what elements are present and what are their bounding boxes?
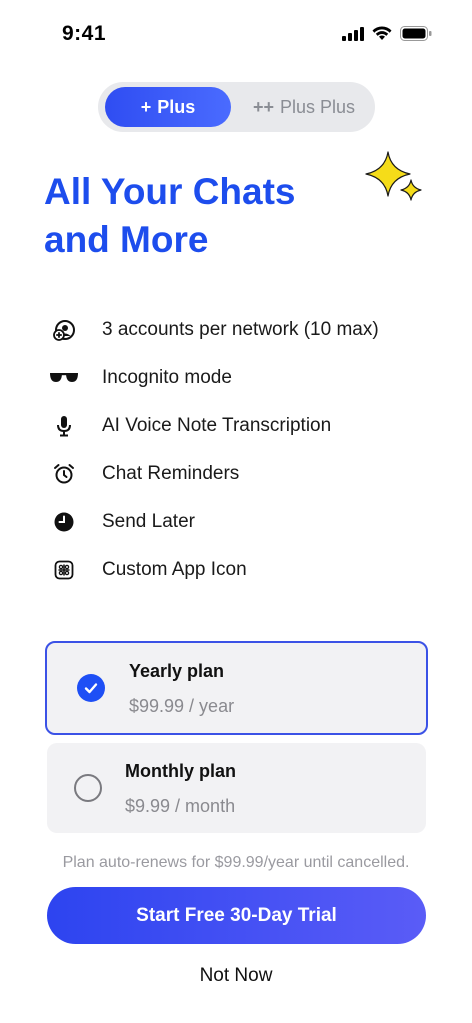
plan-price: $99.99 / year <box>129 696 235 716</box>
status-time: 9:41 <box>62 22 107 45</box>
radio-selected-checkmark-icon[interactable] <box>77 674 105 702</box>
wifi-icon <box>372 26 392 40</box>
not-now-button[interactable]: Not Now <box>0 965 472 987</box>
status-icons <box>342 26 432 41</box>
feature-list: 3 accounts per network (10 max) Incognit… <box>48 306 448 594</box>
plan-tier-switcher: + Plus ++ Plus Plus <box>98 82 375 132</box>
tab-plus-prefix: + <box>140 96 152 117</box>
plan-option-monthly[interactable]: Monthly plan $9.99 / month <box>47 743 426 833</box>
feature-item: Chat Reminders <box>48 450 448 498</box>
feature-item: Incognito mode <box>48 354 448 402</box>
app-icon-grid-icon <box>48 558 80 582</box>
feature-item: Custom App Icon <box>48 546 448 594</box>
plan-title: Yearly plan <box>129 661 225 681</box>
tab-plus-label: Plus <box>157 96 196 117</box>
tab-plus[interactable]: + Plus <box>105 87 231 127</box>
title-line-2: and More <box>44 219 209 260</box>
tab-plus-plus[interactable]: ++ Plus Plus <box>238 87 370 127</box>
accounts-add-icon <box>48 318 80 342</box>
start-trial-button[interactable]: Start Free 30-Day Trial <box>47 887 426 944</box>
feature-label: Custom App Icon <box>102 559 247 580</box>
feature-label: AI Voice Note Transcription <box>102 415 332 436</box>
sparkles-icon <box>365 151 422 201</box>
feature-label: Incognito mode <box>102 367 232 388</box>
feature-label: 3 accounts per network (10 max) <box>102 319 379 340</box>
radio-unselected[interactable] <box>74 774 102 802</box>
tab-plus-plus-label: Plus Plus <box>279 96 356 117</box>
feature-item: 3 accounts per network (10 max) <box>48 306 448 354</box>
clock-icon <box>48 510 80 534</box>
title-line-1: All Your Chats <box>44 171 296 212</box>
alarm-clock-icon <box>48 462 80 486</box>
tab-plus-plus-prefix: ++ <box>252 96 274 117</box>
cellular-signal-icon <box>342 26 364 41</box>
sunglasses-icon <box>48 366 80 390</box>
status-bar: 9:41 <box>0 0 472 70</box>
feature-item: Send Later <box>48 498 448 546</box>
plan-price: $9.99 / month <box>125 796 236 816</box>
feature-label: Chat Reminders <box>102 463 240 484</box>
renewal-notice: Plan auto-renews for $99.99/year until c… <box>62 854 410 871</box>
feature-label: Send Later <box>102 511 195 532</box>
plan-title: Monthly plan <box>125 761 236 781</box>
page-title: All Your Chats and More <box>44 168 374 264</box>
battery-icon <box>400 26 432 41</box>
plan-option-yearly[interactable]: Yearly plan $99.99 / year <box>45 641 428 735</box>
feature-item: AI Voice Note Transcription <box>48 402 448 450</box>
microphone-icon <box>48 414 80 438</box>
